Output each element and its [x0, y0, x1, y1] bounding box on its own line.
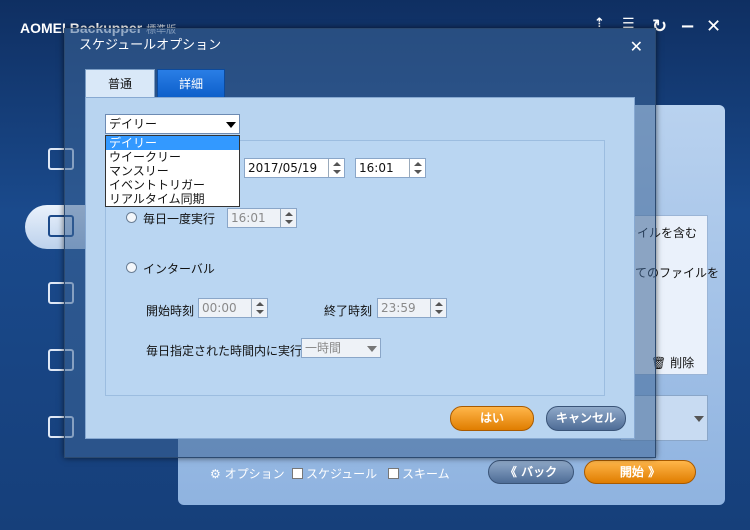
- interval-radio[interactable]: [126, 262, 137, 273]
- start-button[interactable]: 開始 》: [584, 460, 696, 484]
- end-time-spinner[interactable]: [430, 299, 446, 317]
- tab-normal[interactable]: 普通: [85, 69, 155, 99]
- minimize-icon[interactable]: −: [680, 16, 695, 37]
- once-time-spinner[interactable]: [280, 209, 296, 227]
- chevron-down-icon: [226, 122, 236, 128]
- start-time-spinner[interactable]: [251, 299, 267, 317]
- interval-select[interactable]: 一時間: [301, 338, 381, 358]
- options-link[interactable]: ⚙ オプション: [210, 465, 285, 482]
- cancel-button[interactable]: キャンセル: [546, 406, 626, 431]
- once-radio[interactable]: [126, 212, 137, 223]
- chevron-down-icon: [694, 416, 704, 422]
- frequency-dropdown-list: デイリー ウイークリー マンスリー イベントトリガー リアルタイム同期: [105, 135, 240, 207]
- frequency-option-weekly[interactable]: ウイークリー: [106, 150, 239, 164]
- chevron-down-icon: [367, 346, 377, 352]
- frequency-option-event[interactable]: イベントトリガー: [106, 178, 239, 192]
- delete-button[interactable]: 🗑 削除: [651, 354, 694, 371]
- end-time-label: 終了時刻: [324, 304, 373, 318]
- close-icon[interactable]: ✕: [706, 16, 721, 37]
- interval-label: インターバル: [143, 262, 215, 276]
- once-time-input[interactable]: 16:01: [227, 208, 297, 228]
- time-spinner[interactable]: [409, 159, 425, 177]
- once-label: 毎日一度実行: [143, 212, 216, 226]
- frequency-option-monthly[interactable]: マンスリー: [106, 164, 239, 178]
- tab-detail[interactable]: 詳細: [157, 69, 225, 99]
- dialog-title: スケジュールオプション: [79, 38, 222, 53]
- back-button[interactable]: 《 バック: [488, 460, 574, 484]
- start-time-label: 開始時刻: [146, 304, 195, 318]
- every-interval-label: 毎日指定された時間内に実行: [146, 344, 303, 358]
- ok-button[interactable]: はい: [450, 406, 534, 431]
- bottom-bar: ⚙ オプション スケジュール スキーム 《 バック 開始 》: [200, 460, 710, 490]
- scheme-checkbox[interactable]: スキーム: [388, 465, 450, 482]
- dialog-close-icon[interactable]: ✕: [630, 37, 643, 56]
- date-spinner[interactable]: [328, 159, 344, 177]
- time-input[interactable]: 16:01: [355, 158, 426, 178]
- start-time-input[interactable]: 00:00: [198, 298, 268, 318]
- frequency-option-daily[interactable]: デイリー: [106, 136, 239, 150]
- frequency-select[interactable]: デイリー: [105, 114, 240, 134]
- end-time-input[interactable]: 23:59: [377, 298, 447, 318]
- schedule-checkbox[interactable]: スケジュール: [292, 465, 377, 482]
- date-input[interactable]: 2017/05/19: [244, 158, 345, 178]
- frequency-option-realtime[interactable]: リアルタイム同期: [106, 192, 239, 206]
